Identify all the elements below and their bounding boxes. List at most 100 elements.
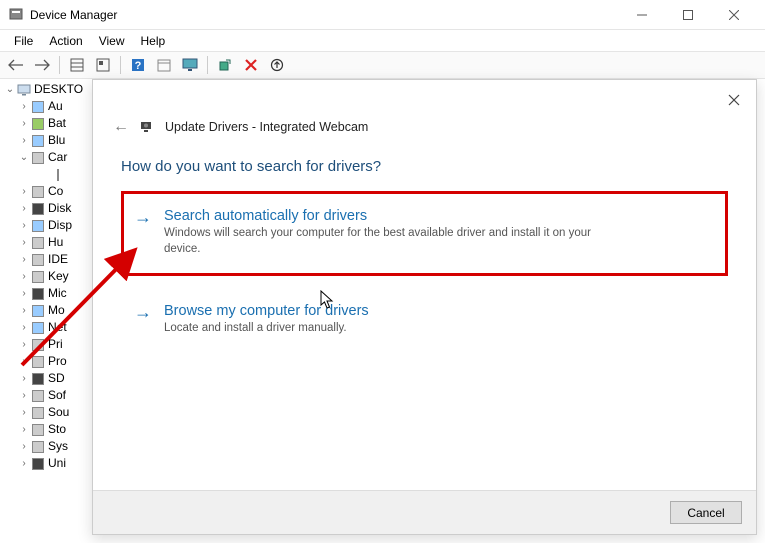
tree-item[interactable]: ›SD: [4, 370, 92, 387]
expand-icon[interactable]: ›: [18, 438, 30, 455]
expand-icon[interactable]: ›: [18, 302, 30, 319]
tree-item[interactable]: ›Bat: [4, 115, 92, 132]
tree-item[interactable]: › Mo: [4, 302, 92, 319]
calendar-icon[interactable]: [152, 54, 176, 76]
device-category-icon: [30, 252, 46, 268]
tree-item-label: Disk: [48, 200, 71, 217]
option-browse-computer[interactable]: → Browse my computer for drivers Locate …: [121, 286, 728, 356]
tree-item-label: Pro: [48, 353, 67, 370]
tree-item[interactable]: › Pro: [4, 353, 92, 370]
device-category-icon: [30, 354, 46, 370]
menu-view[interactable]: View: [91, 32, 133, 50]
close-button[interactable]: [711, 0, 757, 30]
expand-icon[interactable]: ›: [18, 336, 30, 353]
arrow-right-icon: →: [134, 302, 152, 323]
tree-item[interactable]: ›Net: [4, 319, 92, 336]
update-driver-icon[interactable]: [265, 54, 289, 76]
expand-icon[interactable]: ›: [18, 268, 30, 285]
dialog-close-button[interactable]: [724, 90, 744, 110]
tree-item-label: Blu: [48, 132, 65, 149]
tree-item[interactable]: ›Sys: [4, 438, 92, 455]
tree-item[interactable]: ›Au: [4, 98, 92, 115]
help-icon[interactable]: ?: [126, 54, 150, 76]
expand-icon[interactable]: ›: [18, 98, 30, 115]
device-tree[interactable]: ⌄ DESKTO ›Au›Bat›Blu⌄Car›Co›Disk›Disp›Hu…: [0, 79, 92, 543]
tree-item-label: Sto: [48, 421, 66, 438]
expand-icon[interactable]: ⌄: [18, 149, 30, 166]
expand-icon[interactable]: ›: [18, 353, 30, 370]
forward-icon[interactable]: [30, 54, 54, 76]
expand-icon[interactable]: ›: [18, 370, 30, 387]
expand-icon[interactable]: ›: [18, 285, 30, 302]
device-category-icon: [30, 235, 46, 251]
show-hide-tree-icon[interactable]: [65, 54, 89, 76]
back-icon[interactable]: [4, 54, 28, 76]
device-category-icon: [30, 320, 46, 336]
device-category-icon: [30, 184, 46, 200]
option-search-automatically[interactable]: → Search automatically for drivers Windo…: [121, 191, 728, 276]
expand-icon[interactable]: ›: [18, 251, 30, 268]
tree-item[interactable]: ›Disp: [4, 217, 92, 234]
update-drivers-dialog: ← Update Drivers - Integrated Webcam How…: [92, 79, 757, 535]
expand-icon[interactable]: ›: [18, 421, 30, 438]
tree-item[interactable]: › Hu: [4, 234, 92, 251]
option-title: Search automatically for drivers: [164, 208, 713, 224]
tree-item[interactable]: › Disk: [4, 200, 92, 217]
properties-icon[interactable]: [91, 54, 115, 76]
monitor-icon[interactable]: [178, 54, 202, 76]
maximize-button[interactable]: [665, 0, 711, 30]
dialog-back-button[interactable]: ←: [113, 118, 129, 136]
expand-icon[interactable]: ›: [18, 132, 30, 149]
option-description: Locate and install a driver manually.: [164, 321, 594, 337]
tree-item-label: Mo: [48, 302, 65, 319]
device-category-icon: [30, 337, 46, 353]
collapse-icon[interactable]: ⌄: [4, 81, 16, 98]
tree-item-label: Key: [48, 268, 69, 285]
expand-icon[interactable]: ›: [18, 234, 30, 251]
window-controls: [619, 0, 757, 30]
expand-icon[interactable]: ›: [18, 455, 30, 472]
tree-item[interactable]: [4, 166, 92, 183]
delete-icon[interactable]: [239, 54, 263, 76]
tree-item-label: Hu: [48, 234, 63, 251]
expand-icon[interactable]: ›: [18, 319, 30, 336]
device-category-icon: [30, 133, 46, 149]
tree-item[interactable]: › Blu: [4, 132, 92, 149]
device-category-icon: [30, 405, 46, 421]
tree-item-label: Car: [48, 149, 67, 166]
tree-item[interactable]: ›Mic: [4, 285, 92, 302]
scan-icon[interactable]: [213, 54, 237, 76]
tree-item-label: Uni: [48, 455, 66, 472]
toolbar: ?: [0, 51, 765, 79]
menu-action[interactable]: Action: [41, 32, 90, 50]
tree-item[interactable]: ⌄ Car: [4, 149, 92, 166]
expand-icon[interactable]: ›: [18, 200, 30, 217]
device-category-icon: [30, 167, 58, 183]
tree-root[interactable]: ⌄ DESKTO: [4, 81, 92, 98]
tree-item[interactable]: ›Co: [4, 183, 92, 200]
device-category-icon: [30, 286, 46, 302]
tree-item[interactable]: › Key: [4, 268, 92, 285]
tree-item[interactable]: ›Pri: [4, 336, 92, 353]
computer-icon: [16, 82, 32, 98]
menu-file[interactable]: File: [6, 32, 41, 50]
tree-item[interactable]: › Sto: [4, 421, 92, 438]
expand-icon[interactable]: ›: [18, 387, 30, 404]
expand-icon[interactable]: ›: [18, 404, 30, 421]
device-category-icon: [30, 371, 46, 387]
tree-item[interactable]: ›IDE: [4, 251, 92, 268]
device-category-icon: [30, 303, 46, 319]
tree-item[interactable]: ›Sou: [4, 404, 92, 421]
webcam-icon: [139, 119, 155, 135]
expand-icon[interactable]: ›: [18, 115, 30, 132]
menu-help[interactable]: Help: [133, 32, 174, 50]
cancel-button[interactable]: Cancel: [670, 501, 742, 524]
expand-icon[interactable]: ›: [18, 183, 30, 200]
dialog-footer: Cancel: [93, 490, 756, 534]
device-category-icon: [30, 456, 46, 472]
tree-item[interactable]: ›Sof: [4, 387, 92, 404]
window-title: Device Manager: [30, 8, 619, 22]
expand-icon[interactable]: ›: [18, 217, 30, 234]
tree-item[interactable]: › Uni: [4, 455, 92, 472]
minimize-button[interactable]: [619, 0, 665, 30]
